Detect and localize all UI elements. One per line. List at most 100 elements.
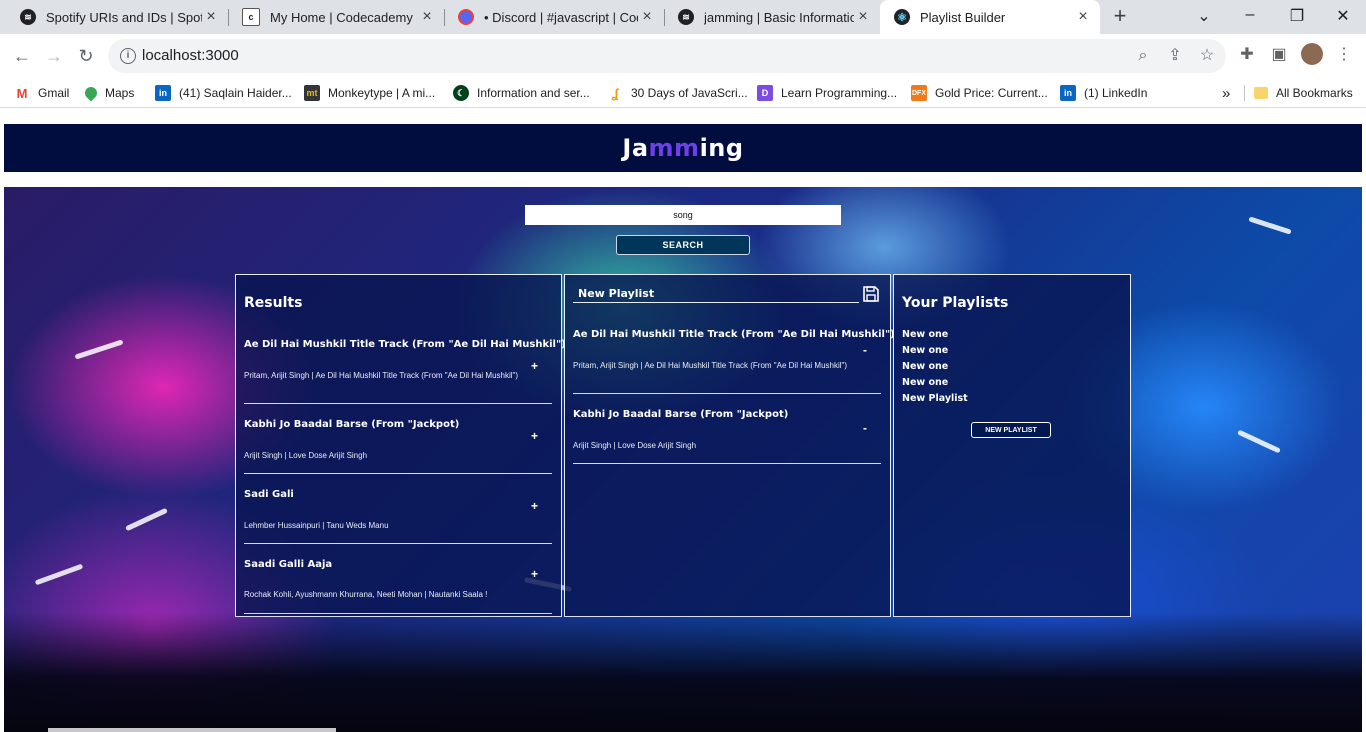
track-name: Ae Dil Hai Mushkil Title Track (From "Ae… xyxy=(573,329,895,340)
minimize-button[interactable]: – xyxy=(1238,6,1262,24)
add-track-button[interactable]: + xyxy=(531,359,538,373)
monkeytype-icon: mt xyxy=(304,85,320,101)
playlist-list-item[interactable]: New Playlist xyxy=(902,393,968,404)
playlist-list-item[interactable]: New one xyxy=(902,377,948,388)
light-beam xyxy=(74,339,124,360)
remove-track-button[interactable]: - xyxy=(863,343,867,357)
track-name: Ae Dil Hai Mushkil Title Track (From "Ae… xyxy=(244,339,566,350)
side-panel-icon[interactable]: ▣ xyxy=(1268,44,1290,66)
track-info: Pritam, Arijit Singh | Ae Dil Hai Mushki… xyxy=(244,371,519,380)
add-track-button[interactable]: + xyxy=(531,499,538,513)
tab-title: Spotify URIs and IDs | Spotif xyxy=(46,9,202,25)
playlist-list-item[interactable]: New one xyxy=(902,329,948,340)
javascript-icon: ʆ xyxy=(607,85,623,101)
folder-icon xyxy=(1254,87,1268,99)
info-icon[interactable]: i xyxy=(120,48,136,64)
share-icon[interactable]: ⇪ xyxy=(1164,45,1186,67)
save-icon[interactable] xyxy=(862,285,880,303)
new-tab-button[interactable]: + xyxy=(1108,5,1132,29)
restore-button[interactable]: ❐ xyxy=(1285,6,1309,26)
close-icon[interactable]: × xyxy=(418,8,436,26)
url-text: localhost:3000 xyxy=(142,47,239,64)
programming-icon: D xyxy=(757,85,773,101)
bookmark-label: (41) Saqlain Haider... xyxy=(179,86,292,100)
bookmark-label: Gmail xyxy=(38,86,70,100)
pakistan-flag-icon: ☾ xyxy=(453,85,469,101)
remove-track-button[interactable]: - xyxy=(863,421,867,435)
all-bookmarks-button[interactable]: All Bookmarks xyxy=(1254,82,1353,104)
result-track: Sadi Gali Lehmber Hussainpuri | Tanu Wed… xyxy=(244,489,552,544)
reload-button[interactable]: ↻ xyxy=(74,44,98,68)
bookmark-label: Learn Programming... xyxy=(781,86,898,100)
bookmark-label: All Bookmarks xyxy=(1276,86,1353,100)
tab-title: Playlist Builder xyxy=(920,9,1006,25)
horizontal-scrollbar[interactable] xyxy=(48,728,336,732)
bookmark-label: Gold Price: Current... xyxy=(935,86,1048,100)
spotify-icon: ≋ xyxy=(678,9,694,25)
forward-button[interactable]: → xyxy=(42,44,66,68)
codecademy-icon: c xyxy=(242,8,260,26)
bookmark-star-icon[interactable]: ☆ xyxy=(1196,45,1218,67)
browser-tab[interactable]: ≋ jamming | Basic Information × xyxy=(664,0,880,34)
close-icon[interactable]: × xyxy=(1074,8,1092,26)
track-name: Kabhi Jo Baadal Barse (From "Jackpot) xyxy=(244,419,460,430)
app-logo: Jamming xyxy=(622,134,743,162)
browser-tab[interactable]: ≋ Spotify URIs and IDs | Spotif × xyxy=(6,0,228,34)
search-input[interactable] xyxy=(525,205,841,225)
bookmark-label: Monkeytype | A mi... xyxy=(328,86,436,100)
browser-tab-active[interactable]: ⚛ Playlist Builder × xyxy=(880,0,1100,34)
track-info: Arijit Singh | Love Dose Arijit Singh xyxy=(573,441,697,450)
maps-icon xyxy=(82,84,100,102)
browser-toolbar: ← → ↻ i localhost:3000 ⌕ ⇪ ☆ ✚ ▣ ⋮ xyxy=(0,34,1366,78)
light-beam xyxy=(1237,429,1281,454)
discord-icon xyxy=(458,9,474,25)
tab-title: jamming | Basic Information xyxy=(704,9,854,25)
tab-search-chevron-icon[interactable]: ⌄ xyxy=(1192,6,1216,26)
browser-tab[interactable]: • Discord | #javascript | Code × xyxy=(444,0,664,34)
bookmark-item[interactable]: ☾ Information and ser... xyxy=(453,82,590,104)
avatar[interactable] xyxy=(1301,43,1323,65)
react-icon: ⚛ xyxy=(894,9,910,25)
browser-tabstrip: ≋ Spotify URIs and IDs | Spotif × c My H… xyxy=(0,0,1366,34)
browser-tab[interactable]: c My Home | Codecademy × xyxy=(228,0,444,34)
new-playlist-button[interactable]: NEW PLAYLIST xyxy=(971,422,1051,438)
playlist-list-item[interactable]: New one xyxy=(902,345,948,356)
bookmark-item[interactable]: in (1) LinkedIn xyxy=(1060,82,1147,104)
close-icon[interactable]: × xyxy=(202,8,220,26)
spotify-icon: ≋ xyxy=(20,9,36,25)
add-track-button[interactable]: + xyxy=(531,567,538,581)
add-track-button[interactable]: + xyxy=(531,429,538,443)
playlist-list-item[interactable]: New one xyxy=(902,361,948,372)
bookmark-item[interactable]: in (41) Saqlain Haider... xyxy=(155,82,292,104)
bookmark-item[interactable]: D Learn Programming... xyxy=(757,82,897,104)
bookmark-item[interactable]: DFX Gold Price: Current... xyxy=(911,82,1048,104)
tab-title: My Home | Codecademy xyxy=(270,9,413,25)
results-title: Results xyxy=(244,295,303,311)
search-button[interactable]: SEARCH xyxy=(616,235,750,255)
bookmark-item[interactable]: mt Monkeytype | A mi... xyxy=(304,82,435,104)
bookmarks-overflow-button[interactable]: » xyxy=(1222,82,1230,104)
bookmark-item[interactable]: Maps xyxy=(82,82,135,104)
close-icon[interactable]: × xyxy=(854,8,872,26)
app-header: Jamming xyxy=(4,124,1362,172)
bookmark-item[interactable]: M Gmail xyxy=(14,82,69,104)
track-name: Saadi Galli Aaja xyxy=(244,559,333,570)
bookmark-label: Maps xyxy=(105,86,135,100)
linkedin-icon: in xyxy=(1060,85,1076,101)
result-track: Saadi Galli Aaja Rochak Kohli, Ayushmann… xyxy=(244,559,552,614)
zoom-icon[interactable]: ⌕ xyxy=(1132,45,1154,67)
back-button[interactable]: ← xyxy=(10,44,34,68)
window-close-button[interactable]: ✕ xyxy=(1331,6,1355,26)
bookmark-divider xyxy=(1244,85,1245,101)
gmail-icon: M xyxy=(14,85,30,101)
track-info: Rochak Kohli, Ayushmann Khurrana, Neeti … xyxy=(244,590,488,599)
bookmark-item[interactable]: ʆ 30 Days of JavaScri... xyxy=(607,82,748,104)
result-track: Kabhi Jo Baadal Barse (From "Jackpot) Ar… xyxy=(244,419,552,474)
close-icon[interactable]: × xyxy=(638,8,656,26)
address-bar[interactable]: i localhost:3000 ⌕ ⇪ ☆ xyxy=(108,39,1226,73)
extensions-icon[interactable]: ✚ xyxy=(1236,44,1258,66)
playlist-name-input[interactable] xyxy=(573,285,859,303)
playlist-track: Ae Dil Hai Mushkil Title Track (From "Ae… xyxy=(573,329,895,394)
menu-kebab-icon[interactable]: ⋮ xyxy=(1333,44,1355,66)
your-playlists-title: Your Playlists xyxy=(902,295,1009,311)
